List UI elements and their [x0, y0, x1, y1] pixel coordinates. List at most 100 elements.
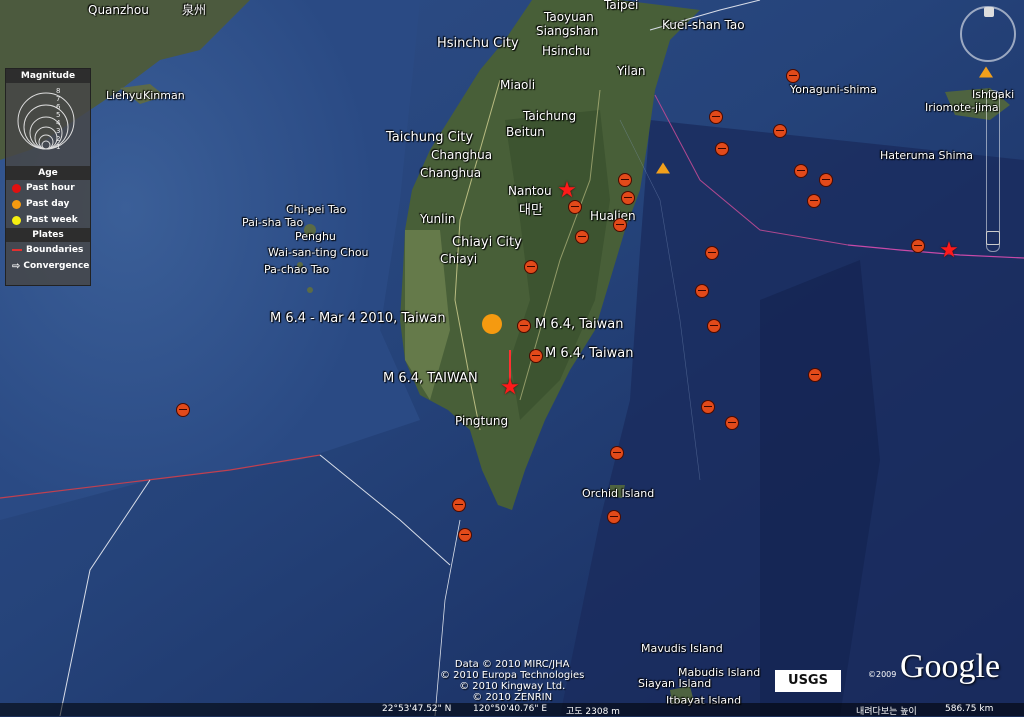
- earthquake-marker[interactable]: [808, 368, 822, 382]
- quake-label: M 6.4, TAIWAN: [383, 371, 478, 386]
- red-line-icon: [12, 249, 22, 251]
- volcano-icon[interactable]: [656, 162, 670, 174]
- earthquake-marker[interactable]: [705, 246, 719, 260]
- place-label: Nantou: [508, 184, 552, 198]
- place-label: Quanzhou: [88, 3, 149, 17]
- earthquake-marker[interactable]: [794, 164, 808, 178]
- earthquake-marker[interactable]: [607, 510, 621, 524]
- usgs-logo: USGS: [775, 670, 841, 692]
- magnitude-scale-icon: [17, 92, 75, 150]
- place-label: Orchid Island: [582, 487, 655, 500]
- earthquake-marker[interactable]: [715, 142, 729, 156]
- place-label: Chi-pei Tao: [286, 203, 347, 216]
- place-label: Hateruma Shima: [880, 149, 974, 162]
- quake-label: M 6.4, Taiwan: [535, 317, 624, 332]
- google-copyright: ©2009: [868, 670, 897, 679]
- north-icon[interactable]: [984, 7, 994, 17]
- place-label: Yonaguni-shima: [790, 83, 877, 96]
- place-label: Kinman: [143, 89, 185, 102]
- earthquake-marker[interactable]: [709, 110, 723, 124]
- place-label: Liehyu: [106, 89, 143, 102]
- legend-age-past-week: Past week: [6, 212, 90, 228]
- yellow-dot-icon: [12, 215, 21, 225]
- map-imagery: [0, 0, 1024, 716]
- volcano-icon[interactable]: [979, 66, 993, 78]
- place-label: Mavudis Island: [641, 642, 723, 655]
- earthquake-marker[interactable]: [725, 416, 739, 430]
- place-label: Hsinchu City: [437, 36, 519, 51]
- place-label: Wai-san-ting Chou: [268, 246, 369, 259]
- place-label: Taichung City: [386, 130, 474, 145]
- earthquake-marker[interactable]: [618, 173, 632, 187]
- place-label: Siayan Island: [638, 677, 712, 690]
- eye-altitude-value: 586.75 km: [945, 704, 994, 714]
- legend-magnitude-title: Magnitude: [6, 69, 90, 83]
- earthquake-marker[interactable]: [701, 400, 715, 414]
- zoom-slider[interactable]: [986, 90, 1000, 252]
- earthquake-marker[interactable]: [529, 349, 543, 363]
- latitude-readout: 22°53'47.52" N: [382, 704, 452, 714]
- google-logo: Google: [900, 648, 1001, 685]
- place-label: Chiayi: [440, 252, 478, 266]
- arrow-right-icon: ⇨: [12, 260, 21, 272]
- legend-panel: Magnitude 8 7 6 5 4 3 2 1 Age Past hour …: [5, 68, 91, 286]
- earthquake-marker[interactable]: [517, 319, 531, 333]
- status-bar: 22°53'47.52" N 120°50'40.76" E 고도 2308 m…: [0, 703, 1024, 717]
- magnitude-scale-values: 8 7 6 5 4 3 2 1: [56, 87, 61, 151]
- place-label: Hsinchu: [542, 44, 591, 58]
- place-label: Pai-sha Tao: [242, 216, 304, 229]
- earthquake-past-day-marker[interactable]: [482, 314, 502, 334]
- map-credits: Data © 2010 MIRC/JHA © 2010 Europa Techn…: [440, 659, 585, 703]
- place-label: Pingtung: [455, 414, 509, 428]
- place-label: Siangshan: [536, 24, 599, 38]
- earthquake-marker[interactable]: [176, 403, 190, 417]
- elevation-readout: 고도 2308 m: [566, 707, 620, 717]
- earthquake-marker[interactable]: [524, 260, 538, 274]
- earthquake-marker[interactable]: [786, 69, 800, 83]
- earthquake-marker[interactable]: [610, 446, 624, 460]
- place-label: Yunlin: [420, 212, 456, 226]
- star-icon[interactable]: ★: [500, 377, 520, 399]
- earthquake-marker[interactable]: [911, 239, 925, 253]
- earthquake-marker[interactable]: [613, 218, 627, 232]
- place-label: 泉州: [182, 3, 207, 17]
- quake-label: M 6.4 - Mar 4 2010, Taiwan: [270, 311, 446, 326]
- place-label: Kuei-shan Tao: [662, 18, 745, 32]
- earthquake-marker[interactable]: [807, 194, 821, 208]
- legend-plates-boundaries: Boundaries: [6, 242, 90, 258]
- earthquake-marker[interactable]: [707, 319, 721, 333]
- earthquake-marker[interactable]: [575, 230, 589, 244]
- star-icon[interactable]: ★: [939, 240, 959, 262]
- place-label: Taoyuan: [544, 10, 594, 24]
- zoom-slider-handle[interactable]: [986, 231, 1000, 245]
- earthquake-marker[interactable]: [773, 124, 787, 138]
- legend-plates-title: Plates: [6, 228, 90, 242]
- longitude-readout: 120°50'40.76" E: [473, 704, 548, 714]
- star-icon[interactable]: ★: [557, 180, 577, 202]
- place-label: Pa-chao Tao: [264, 263, 330, 276]
- navigation-compass[interactable]: [960, 6, 1016, 62]
- place-label: Miaoli: [500, 78, 536, 92]
- quake-label: M 6.4, Taiwan: [545, 346, 634, 361]
- place-label: Chiayi City: [452, 235, 522, 250]
- legend-age-past-day: Past day: [6, 196, 90, 212]
- map-view[interactable]: [0, 0, 1024, 716]
- orange-dot-icon: [12, 199, 21, 209]
- place-label: Beitun: [506, 125, 545, 139]
- place-label: Penghu: [295, 230, 336, 243]
- legend-age-past-hour: Past hour: [6, 180, 90, 196]
- red-dot-icon: [12, 183, 21, 193]
- place-label: Taipei: [604, 0, 639, 12]
- earthquake-marker[interactable]: [452, 498, 466, 512]
- earthquake-marker[interactable]: [695, 284, 709, 298]
- earthquake-marker[interactable]: [621, 191, 635, 205]
- place-label: Yilan: [617, 64, 646, 78]
- eye-altitude-label: 내려다보는 높이: [856, 707, 917, 717]
- place-label: Changhua: [420, 166, 482, 180]
- earthquake-marker[interactable]: [458, 528, 472, 542]
- legend-age-title: Age: [6, 166, 90, 180]
- place-label: 대만: [519, 203, 543, 218]
- place-label: Changhua: [431, 148, 493, 162]
- legend-plates-convergence: ⇨ Convergence: [12, 260, 90, 272]
- earthquake-marker[interactable]: [819, 173, 833, 187]
